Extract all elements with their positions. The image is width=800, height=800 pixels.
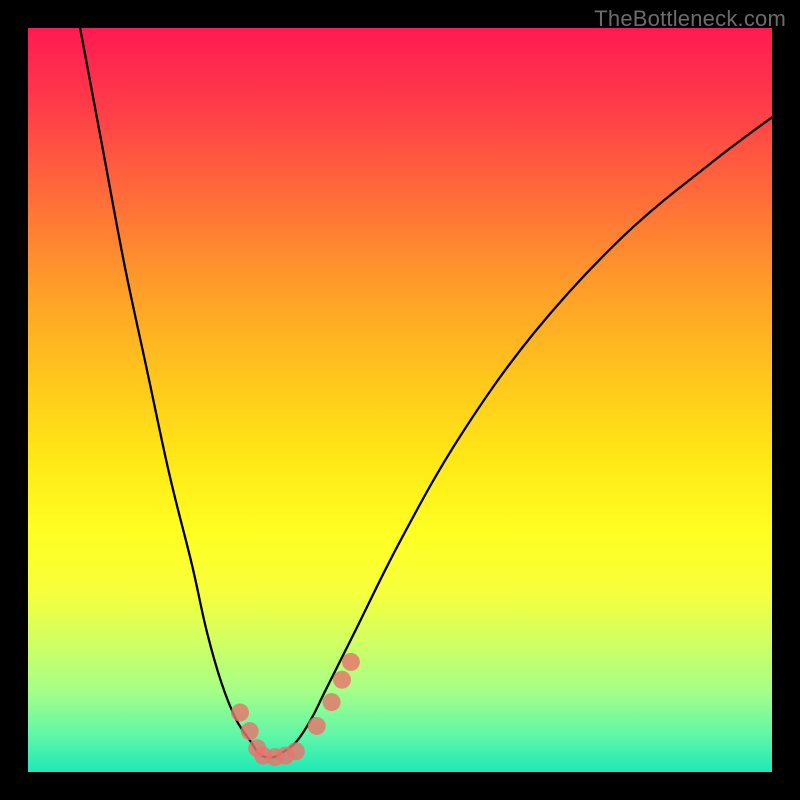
plot-area bbox=[28, 28, 772, 772]
marker-cluster-left bbox=[287, 742, 305, 760]
curve-layer bbox=[80, 28, 772, 758]
marker-cluster-left bbox=[241, 722, 259, 740]
chart-svg bbox=[28, 28, 772, 772]
bottleneck-curve bbox=[80, 28, 772, 758]
marker-cluster-right bbox=[333, 671, 351, 689]
marker-cluster-left bbox=[231, 704, 249, 722]
marker-cluster-right bbox=[323, 693, 341, 711]
chart-frame: TheBottleneck.com bbox=[0, 0, 800, 800]
marker-layer bbox=[231, 653, 360, 766]
marker-cluster-right bbox=[342, 653, 360, 671]
marker-cluster-right bbox=[308, 717, 326, 735]
watermark-text: TheBottleneck.com bbox=[594, 6, 786, 32]
